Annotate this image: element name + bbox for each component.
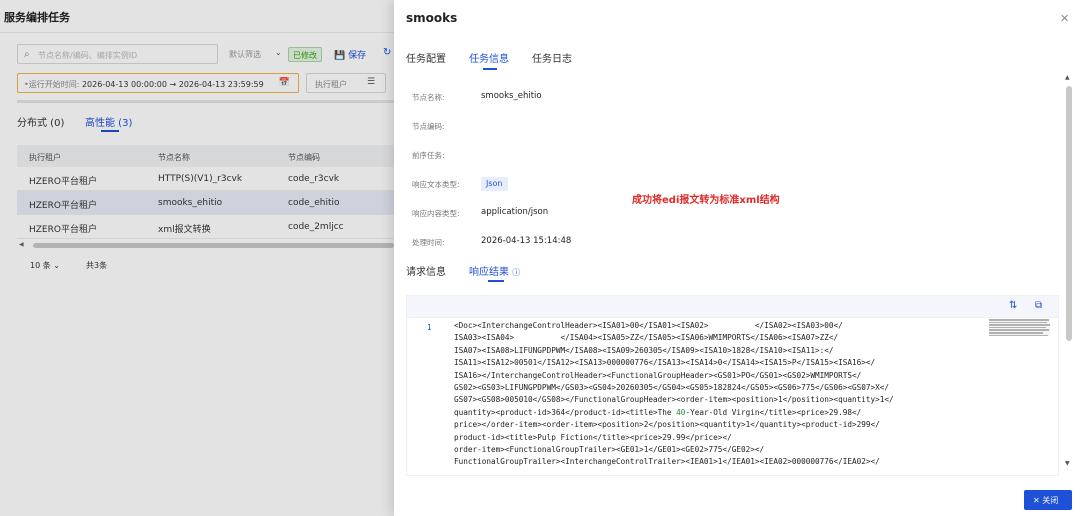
code-toolbar: ⇅ ⧉ bbox=[407, 296, 1058, 318]
close-button-label: 关闭 bbox=[1042, 496, 1059, 505]
code-line: GS02><GS03>LIFUNGPDPWM</GS03><GS04>20260… bbox=[454, 382, 890, 392]
close-button[interactable]: ✕ 关闭 bbox=[1024, 490, 1072, 510]
code-number-token: 40 bbox=[676, 407, 686, 417]
tab-task-info[interactable]: 任务信息 bbox=[469, 50, 509, 65]
minimap-line bbox=[989, 329, 1049, 331]
minimap-line bbox=[989, 334, 1048, 337]
scrollbar-thumb[interactable] bbox=[1066, 86, 1072, 341]
minimap-line bbox=[989, 326, 1046, 329]
copy-icon[interactable]: ⧉ bbox=[1035, 300, 1042, 311]
response-code-viewer: ⇅ ⧉ 1 <Doc><InterchangeControlHeader><IS… bbox=[406, 295, 1059, 476]
annotation-text: 成功将edi报文转为标准xml结构 bbox=[632, 195, 780, 206]
code-line: order-item><FunctionalGroupTrailer><GE01… bbox=[454, 444, 765, 454]
code-line: price></order-item><order-item><position… bbox=[454, 420, 880, 430]
code-line: ISA16></InterchangeControlHeader><Functi… bbox=[454, 370, 862, 380]
field-label-node-name: 节点名称: bbox=[412, 93, 445, 102]
response-text-type-tag: Json bbox=[481, 177, 508, 191]
field-label-response-text-type: 响应文本类型: bbox=[412, 180, 460, 189]
code-line: <Doc><InterchangeControlHeader><ISA01>00… bbox=[454, 321, 843, 330]
tab-response-result-label: 响应结果 bbox=[469, 267, 509, 278]
minimap-line bbox=[989, 331, 1043, 334]
active-tab-indicator bbox=[483, 68, 497, 70]
code-content[interactable]: <Doc><InterchangeControlHeader><ISA01>00… bbox=[454, 320, 988, 469]
code-minimap[interactable] bbox=[989, 319, 1050, 475]
code-line: ISA03><ISA04> </ISA04><ISA05>ZZ</ISA05><… bbox=[454, 333, 839, 343]
code-line: quantity><product-id>364</product-id><ti… bbox=[454, 407, 862, 417]
scroll-down-icon[interactable]: ▼ bbox=[1065, 460, 1070, 467]
drawer-title: smooks bbox=[406, 11, 458, 25]
field-value-process-time: 2026-04-13 15:14:48 bbox=[481, 236, 572, 246]
field-label-predecessor: 前序任务: bbox=[412, 151, 445, 160]
code-line: ISA07><ISA08>LIFUNGPDPWM</ISA08><ISA09>2… bbox=[454, 345, 834, 355]
minimap-line bbox=[989, 324, 1050, 326]
code-line: product-id><title>Pulp Fiction</title><p… bbox=[454, 432, 732, 442]
minimap-line bbox=[989, 319, 1049, 321]
code-line: GS07><GS08>005010</GS08></FunctionalGrou… bbox=[454, 395, 894, 405]
tab-task-config[interactable]: 任务配置 bbox=[406, 50, 446, 65]
format-icon[interactable]: ⇅ bbox=[1009, 300, 1017, 311]
tab-task-log[interactable]: 任务日志 bbox=[532, 50, 572, 65]
field-value-response-content-type: application/json bbox=[481, 207, 549, 217]
field-value-node-name: smooks_ehitio bbox=[481, 91, 542, 101]
field-label-node-code: 节点编码: bbox=[412, 122, 445, 131]
modal-mask[interactable] bbox=[0, 0, 394, 516]
help-icon[interactable]: ⓘ bbox=[512, 268, 520, 277]
minimap-line bbox=[989, 321, 1047, 324]
code-line: FunctionalGroupTrailer><InterchangeContr… bbox=[454, 457, 880, 467]
close-icon[interactable]: ✕ bbox=[1060, 12, 1069, 25]
tab-request-info[interactable]: 请求信息 bbox=[406, 263, 446, 278]
close-icon: ✕ bbox=[1033, 496, 1040, 505]
task-detail-drawer: smooks ✕ 任务配置 任务信息 任务日志 节点名称: smooks_ehi… bbox=[394, 0, 1080, 516]
field-label-process-time: 处理时间: bbox=[412, 238, 445, 247]
active-subtab-indicator bbox=[488, 280, 504, 282]
vertical-scrollbar[interactable]: ▲ ▼ bbox=[1065, 74, 1073, 468]
page: 服务编排任务 ⌕ 节点名称/编码、编排实例ID 默认筛选 ⌄ 已修改 💾 保存 … bbox=[0, 0, 1080, 516]
tab-response-result[interactable]: 响应结果 ⓘ bbox=[469, 263, 520, 278]
field-label-response-content-type: 响应内容类型: bbox=[412, 209, 460, 218]
scroll-up-icon[interactable]: ▲ bbox=[1065, 74, 1070, 81]
line-number: 1 bbox=[427, 323, 432, 332]
code-line: ISA11><ISA12>00501</ISA12><ISA13>0000007… bbox=[454, 358, 876, 368]
